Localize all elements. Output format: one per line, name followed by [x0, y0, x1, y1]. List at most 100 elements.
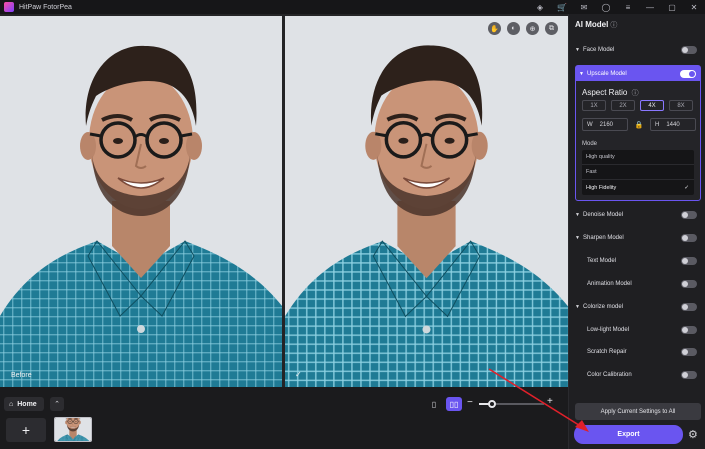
home-tab-label: Home: [17, 400, 37, 408]
mode-option-fast[interactable]: Fast: [582, 165, 694, 180]
title-bar: HitPaw FotorPea ◈ 🛒 ✉ ◯ ≡ — ▢ ✕: [0, 0, 705, 14]
model-row-sharpen-model[interactable]: ▼ Sharpen Model: [575, 229, 701, 247]
plus-icon: +: [21, 422, 31, 438]
face-model-toggle[interactable]: [681, 46, 697, 54]
aspect-ratio-label: Aspect Ratio: [582, 88, 628, 97]
home-tab[interactable]: ⌂ Home: [4, 397, 44, 411]
portrait-after-image: [285, 16, 568, 387]
height-field[interactable]: H 1440: [650, 118, 696, 131]
add-image-button[interactable]: +: [6, 418, 46, 442]
lock-icon[interactable]: 🔒: [632, 121, 646, 129]
cart-icon[interactable]: 🛒: [551, 0, 573, 14]
preview-canvas: Before ✓ ✋ ◐ ⊕ ⧉: [0, 14, 568, 387]
model-row-face-model[interactable]: ▼ Face Model: [575, 41, 701, 59]
panel-title-text: AI Model: [575, 20, 609, 29]
scale-buttons: 1X 2X 4X 8X: [582, 100, 693, 111]
model-row-scratch-repair[interactable]: Scratch Repair: [575, 343, 701, 361]
account-icon[interactable]: ◯: [595, 0, 617, 14]
mode-option-high-fidelity[interactable]: High Fidelity ✓: [582, 180, 694, 195]
model-label: Denoise Model: [583, 212, 624, 218]
chevron-down-icon: ▼: [579, 70, 584, 77]
zoom-in-button[interactable]: +: [547, 396, 553, 407]
text-model-toggle[interactable]: [681, 256, 697, 265]
menu-icon[interactable]: ≡: [617, 0, 639, 14]
scale-4x-button[interactable]: 4X: [640, 100, 664, 111]
denoise-model-toggle[interactable]: [681, 211, 697, 219]
chevron-down-icon: ▼: [575, 303, 580, 310]
width-label: W: [587, 121, 593, 128]
close-icon[interactable]: ✕: [683, 0, 705, 14]
ai-model-panel: AI Model ⓘ ▼ Face Model ▼ Upscale Model As…: [568, 14, 705, 449]
aspect-ratio-title: Aspect Ratio ⓘ: [582, 88, 639, 98]
info-icon[interactable]: ⓘ: [632, 90, 639, 97]
animation-model-toggle[interactable]: [681, 279, 697, 288]
mode-option-label: Fast: [586, 169, 597, 175]
mode-option-high-quality[interactable]: High quality: [582, 150, 694, 165]
portrait-before-image: [0, 16, 282, 387]
canvas-toolbar: ✋ ◐ ⊕ ⧉: [488, 22, 558, 35]
bottom-bar: ⌂ Home ⌃ + ▯ ▯▯ − +: [0, 387, 568, 449]
width-field[interactable]: W 2160: [582, 118, 628, 131]
model-row-low-light-model[interactable]: Low-light Model: [575, 321, 701, 339]
app-title: HitPaw FotorPea: [19, 3, 72, 11]
compare-tool-icon[interactable]: ◐: [507, 22, 520, 35]
dimension-fields: W 2160 🔒 H 1440: [582, 118, 696, 131]
upscale-model-header[interactable]: ▼ Upscale Model: [576, 66, 700, 81]
split-view-icon: ▯▯: [449, 399, 459, 409]
export-button[interactable]: Export: [574, 425, 683, 444]
chevron-down-icon: ▼: [575, 234, 580, 241]
titlebar-icons: ◈ 🛒 ✉ ◯ ≡ — ▢ ✕: [529, 0, 705, 14]
model-label: Scratch Repair: [587, 349, 627, 356]
model-label: Sharpen Model: [583, 234, 624, 241]
image-thumbnail[interactable]: [54, 417, 92, 442]
scratch-repair-toggle[interactable]: [681, 348, 697, 357]
scale-8x-button[interactable]: 8X: [669, 100, 693, 111]
model-row-colorize-model[interactable]: ▼ Colorize model: [575, 298, 701, 316]
after-image: ✓ ✋ ◐ ⊕ ⧉: [285, 16, 568, 387]
maximize-icon[interactable]: ▢: [661, 0, 683, 14]
before-image: Before: [0, 16, 282, 387]
hand-tool-icon[interactable]: ✋: [488, 22, 501, 35]
app-logo-icon: [4, 2, 14, 12]
scale-2x-button[interactable]: 2X: [611, 100, 635, 111]
colorize-model-toggle[interactable]: [681, 302, 697, 311]
upscale-model-section: ▼ Upscale Model Aspect Ratio ⓘ 1X 2X 4X 8X …: [575, 65, 701, 201]
zoom-slider-handle[interactable]: [488, 400, 496, 408]
info-icon[interactable]: ⓘ: [610, 22, 617, 29]
sharpen-model-toggle[interactable]: [681, 233, 697, 242]
single-view-button[interactable]: ▯: [428, 398, 440, 410]
crop-tool-icon[interactable]: ⧉: [545, 22, 558, 35]
height-value: 1440: [666, 121, 680, 128]
expand-button[interactable]: ⌃: [50, 397, 64, 411]
zoom-out-button[interactable]: −: [467, 397, 473, 408]
mode-option-label: High Fidelity: [586, 184, 617, 191]
check-icon: ✓: [684, 184, 689, 191]
zoom-tool-icon[interactable]: ⊕: [526, 22, 539, 35]
upscale-model-label: Upscale Model: [587, 70, 627, 77]
scale-1x-button[interactable]: 1X: [582, 100, 606, 111]
low-light-model-toggle[interactable]: [681, 325, 697, 334]
minimize-icon[interactable]: —: [639, 0, 661, 14]
upscale-model-toggle[interactable]: [680, 69, 696, 78]
settings-gear-icon[interactable]: ⚙: [688, 428, 698, 441]
model-label: Animation Model: [587, 280, 632, 287]
split-view-button[interactable]: ▯▯: [446, 397, 462, 411]
model-row-text-model[interactable]: Text Model: [575, 252, 701, 270]
chevron-up-icon: ⌃: [54, 401, 60, 408]
model-row-animation-model[interactable]: Animation Model: [575, 275, 701, 293]
chevron-down-icon: ▼: [575, 212, 580, 218]
zoom-slider[interactable]: [479, 400, 544, 408]
color-calibration-toggle[interactable]: [681, 371, 697, 380]
discord-icon[interactable]: ◈: [529, 0, 551, 14]
model-row-color-calibration[interactable]: Color Calibration: [575, 366, 701, 384]
before-label: Before: [11, 372, 32, 379]
model-row-denoise-model[interactable]: ▼ Denoise Model: [575, 206, 701, 224]
mail-icon[interactable]: ✉: [573, 0, 595, 14]
mode-list: High quality Fast High Fidelity ✓: [582, 150, 694, 195]
apply-to-all-button[interactable]: Apply Current Settings to All: [575, 403, 701, 420]
check-icon: ✓: [295, 370, 302, 379]
panel-title: AI Model ⓘ: [575, 20, 617, 30]
height-label: H: [655, 121, 660, 128]
single-view-icon: ▯: [431, 399, 437, 409]
model-label: Low-light Model: [587, 326, 630, 333]
